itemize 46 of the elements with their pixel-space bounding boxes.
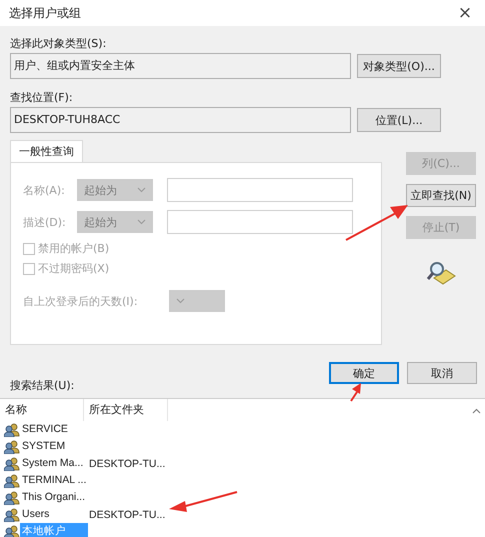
location-field: DESKTOP-TUH8ACC xyxy=(10,107,351,133)
results-label: 搜索结果(U): xyxy=(10,378,74,393)
field-label: 自上次登录后的天数(I): xyxy=(23,294,139,308)
days-dropdown[interactable] xyxy=(169,290,225,312)
tab[interactable]: 一般性查询 xyxy=(10,140,83,162)
cancel-button[interactable]: 取消 xyxy=(407,362,477,384)
user-group-icon xyxy=(4,456,20,470)
annotation-arrow xyxy=(169,491,238,512)
close-button[interactable]: × xyxy=(445,0,485,26)
user-group-icon xyxy=(4,440,20,454)
field-label: 描述(D): xyxy=(23,214,67,230)
field-label: 名称(A): xyxy=(23,182,66,198)
object-type-field: 用户、组或内置安全主体 xyxy=(10,53,351,79)
annotation-arrow xyxy=(350,383,361,402)
locations-button[interactable]: 位置(L)... xyxy=(357,108,441,132)
chevron-down-icon xyxy=(137,219,146,225)
result-name-cell[interactable]: TERMINAL ... xyxy=(0,472,88,489)
chevron-down-icon xyxy=(176,298,185,304)
magnifier-icon xyxy=(426,260,456,286)
field-label: 查找位置(F): xyxy=(10,90,74,106)
object-types-button[interactable]: 对象类型(O)... xyxy=(357,54,441,78)
user-group-icon xyxy=(4,474,20,488)
checkbox-label: 不过期密码(X) xyxy=(38,261,110,276)
field-label: 选择此对象类型(S): xyxy=(10,36,108,52)
scroll-up-icon[interactable] xyxy=(472,408,481,414)
ok-button[interactable]: 确定 xyxy=(329,362,399,384)
annotation-arrow xyxy=(346,205,408,241)
column-header[interactable]: 所在文件夹 xyxy=(84,399,168,421)
user-group-icon xyxy=(4,422,20,436)
user-group-icon xyxy=(4,490,20,504)
column-header[interactable]: 名称 xyxy=(0,399,84,421)
result-name-cell[interactable]: Users xyxy=(0,506,88,523)
result-name-cell[interactable]: SERVICE xyxy=(0,421,88,438)
result-name-cell[interactable]: SYSTEM xyxy=(0,438,88,455)
checkbox-label: 禁用的帐户(B) xyxy=(38,241,110,256)
result-name-cell[interactable]: System Ma... xyxy=(0,455,88,472)
folder-cell: DESKTOP-TU... xyxy=(88,458,166,470)
text-input-field[interactable] xyxy=(167,178,353,202)
text-input-field[interactable] xyxy=(167,210,353,234)
window-title: 选择用户或组 xyxy=(9,4,81,22)
result-name-cell[interactable]: This Organi... xyxy=(0,489,88,506)
side-button[interactable]: 立即查找(N) xyxy=(406,184,476,207)
chevron-down-icon xyxy=(137,187,146,193)
user-group-icon xyxy=(4,524,20,537)
folder-cell: DESKTOP-TU... xyxy=(88,508,166,520)
user-group-icon xyxy=(4,508,20,522)
